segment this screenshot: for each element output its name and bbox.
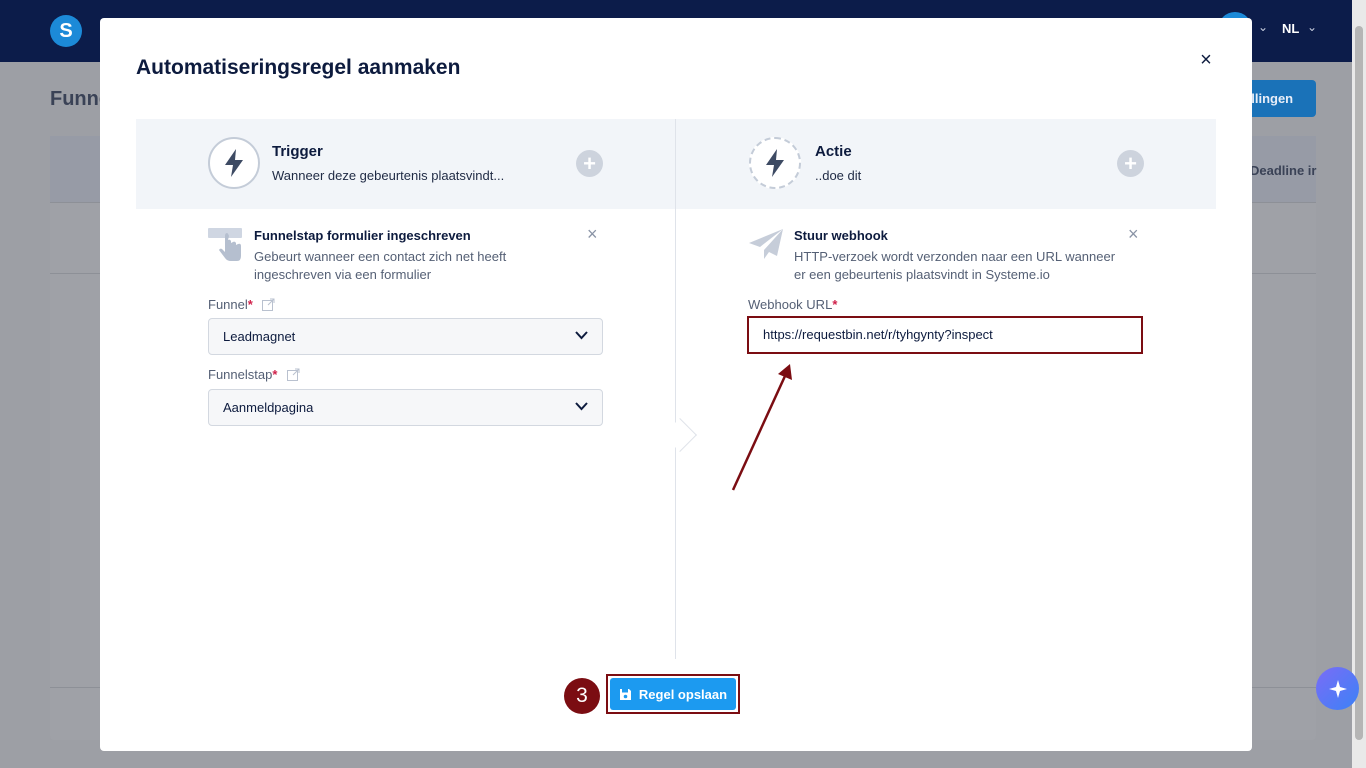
floppy-disk-icon [619,688,631,700]
ai-assistant-button[interactable] [1316,667,1359,710]
sparkle-icon [1328,679,1347,698]
save-button-highlight: Regel opslaan [606,674,740,714]
create-automation-rule-modal: Automatiseringsregel aanmaken × Trigger … [100,18,1252,751]
scrollbar-thumb[interactable] [1355,26,1363,740]
app-logo[interactable]: S [50,15,82,47]
deadline-column-header: Deadline ir [1250,163,1317,178]
chevron-down-icon[interactable]: ⌄ [1307,20,1317,34]
annotation-arrow [731,364,792,491]
save-rule-label: Regel opslaan [638,686,728,702]
chevron-down-icon[interactable]: ⌄ [1258,20,1268,34]
language-selector[interactable]: NL [1282,21,1299,36]
save-rule-button[interactable]: Regel opslaan [610,678,736,710]
step-number-badge: 3 [564,678,600,714]
